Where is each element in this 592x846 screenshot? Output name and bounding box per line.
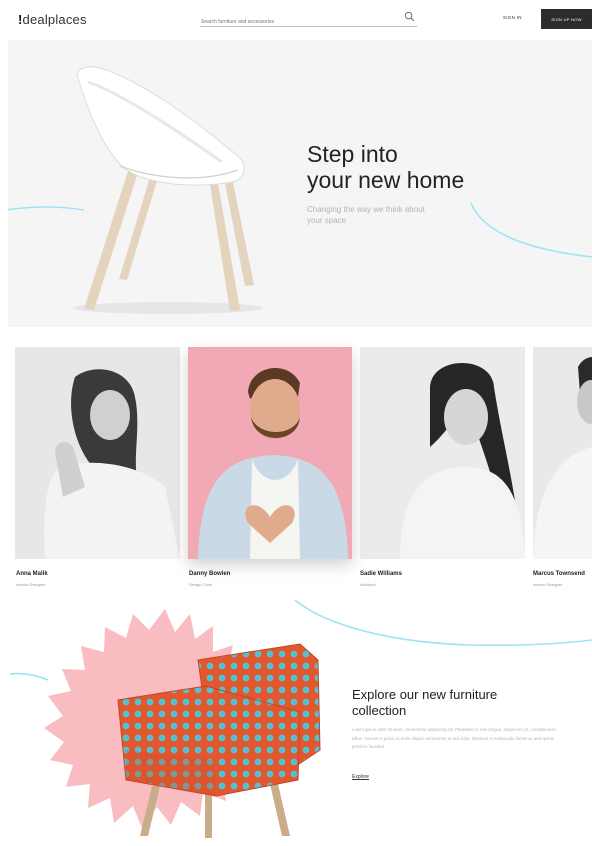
collection-section: Explore our new furniture collection Lor… xyxy=(0,600,592,846)
hero-banner: Step into your new home Changing the way… xyxy=(8,40,592,327)
hero-illustration xyxy=(8,66,592,314)
team-card-anna[interactable] xyxy=(15,347,180,559)
hero-subtitle-line: your space xyxy=(307,216,347,225)
collection-title-line: Explore our new furniture xyxy=(352,687,498,702)
member-role: Interior Designer xyxy=(16,582,46,587)
logo[interactable]: !dealplaces xyxy=(18,12,87,27)
hero-title: Step into your new home xyxy=(307,141,464,193)
collection-description: Lorem ipsum dolor sit amet, consectetur … xyxy=(352,727,556,749)
signup-button[interactable]: SIGN UP NOW xyxy=(541,9,592,29)
hero-title-line: Step into xyxy=(307,141,398,167)
portrait-photo xyxy=(15,347,180,559)
chair-shell xyxy=(76,66,245,186)
member-name: Anna Malik xyxy=(16,571,48,577)
hero-subtitle-line: Changing the way we think about xyxy=(307,205,425,214)
member-role: Architect xyxy=(360,582,376,587)
chair-legs xyxy=(84,168,254,311)
collection-title: Explore our new furniture collection xyxy=(352,687,552,719)
team-card-sadie[interactable] xyxy=(360,347,525,559)
accent-curve-right xyxy=(470,202,592,258)
search-icon[interactable] xyxy=(404,11,415,22)
search-bar xyxy=(200,10,417,29)
team-card-danny[interactable] xyxy=(188,347,352,559)
member-role: Interior Designer xyxy=(533,582,563,587)
collection-illustration xyxy=(9,600,592,838)
accent-curve-middle xyxy=(294,600,592,647)
team-section: Anna Malik Interior Designer Danny Bowle… xyxy=(0,340,592,600)
signin-link[interactable]: SIGN IN xyxy=(503,15,522,20)
logo-text: dealplaces xyxy=(22,12,87,27)
member-name: Danny Bowlen xyxy=(189,571,231,577)
accent-curve-left xyxy=(8,206,85,211)
member-role: Design Chief xyxy=(189,582,212,587)
team-card-marcus[interactable] xyxy=(533,347,592,559)
member-name: Marcus Townsend xyxy=(533,571,585,577)
portrait-photo xyxy=(533,347,592,559)
top-navbar: !dealplaces SIGN IN SIGN UP NOW xyxy=(0,0,592,40)
collection-title-line: collection xyxy=(352,703,407,718)
portrait-photo xyxy=(360,347,525,559)
portrait-photo xyxy=(188,347,352,559)
search-input[interactable] xyxy=(200,15,390,29)
hero-subtitle: Changing the way we think about your spa… xyxy=(307,204,467,226)
explore-link[interactable]: Explore xyxy=(352,774,369,780)
accent-curve-left xyxy=(9,672,49,681)
member-name: Sadie Williams xyxy=(360,571,402,577)
hero-title-line: your new home xyxy=(307,167,465,193)
